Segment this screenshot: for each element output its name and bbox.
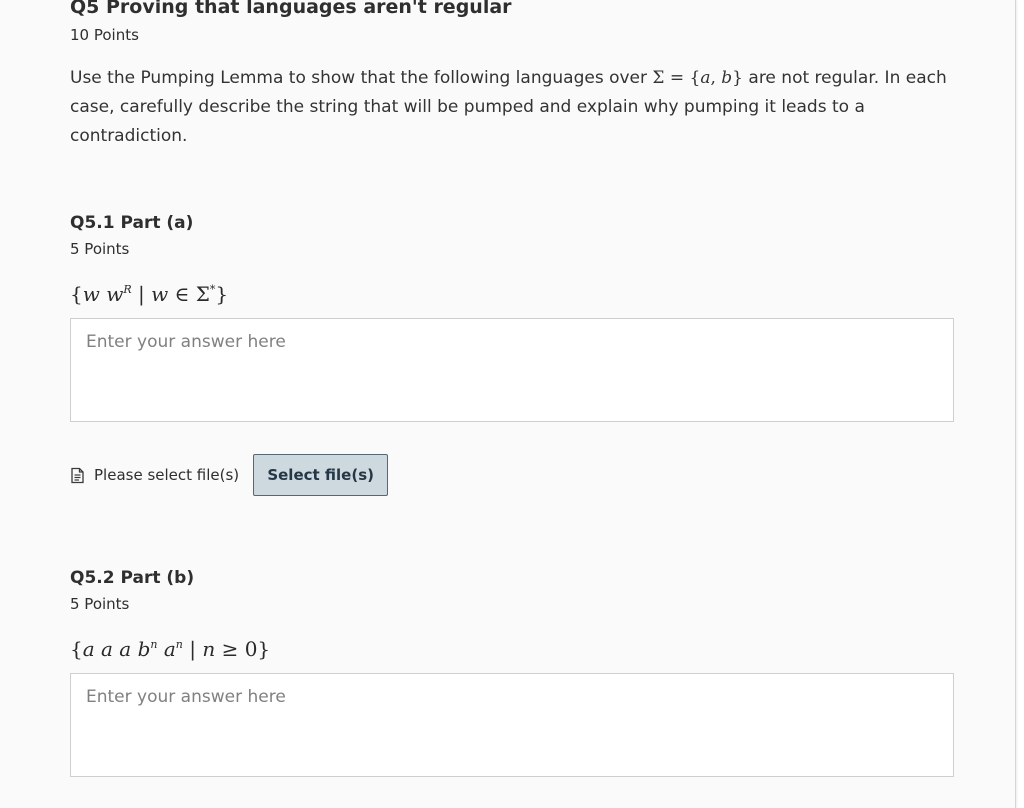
part-b-title: Q5.2 Part (b) [70,568,195,588]
document-icon [69,467,86,484]
part-a-answer-input[interactable] [70,318,954,422]
part-a-title: Q5.1 Part (a) [70,213,194,233]
question-title: Q5 Proving that languages aren't regular [70,0,512,18]
question-points: 10 Points [70,26,139,44]
instructions-text-start: Use the Pumping Lemma to show that the f… [70,68,653,88]
part-b-answer-input[interactable] [70,673,954,777]
file-upload-row: Please select file(s) Select file(s) [69,454,389,496]
select-files-button[interactable]: Select file(s) [253,454,389,496]
file-upload-status: Please select file(s) [94,466,240,484]
question-card: Q5 Proving that languages aren't regular… [0,0,1016,808]
part-b-language: {a a a bn an | n ≥ 0} [70,637,271,661]
part-b-points: 5 Points [70,595,130,613]
alphabet-definition: Σ = {a, b} [652,68,743,88]
question-instructions: Use the Pumping Lemma to show that the f… [70,64,960,151]
part-a-language: {w wR | w ∈ Σ*} [70,282,229,306]
part-a-points: 5 Points [70,240,130,258]
